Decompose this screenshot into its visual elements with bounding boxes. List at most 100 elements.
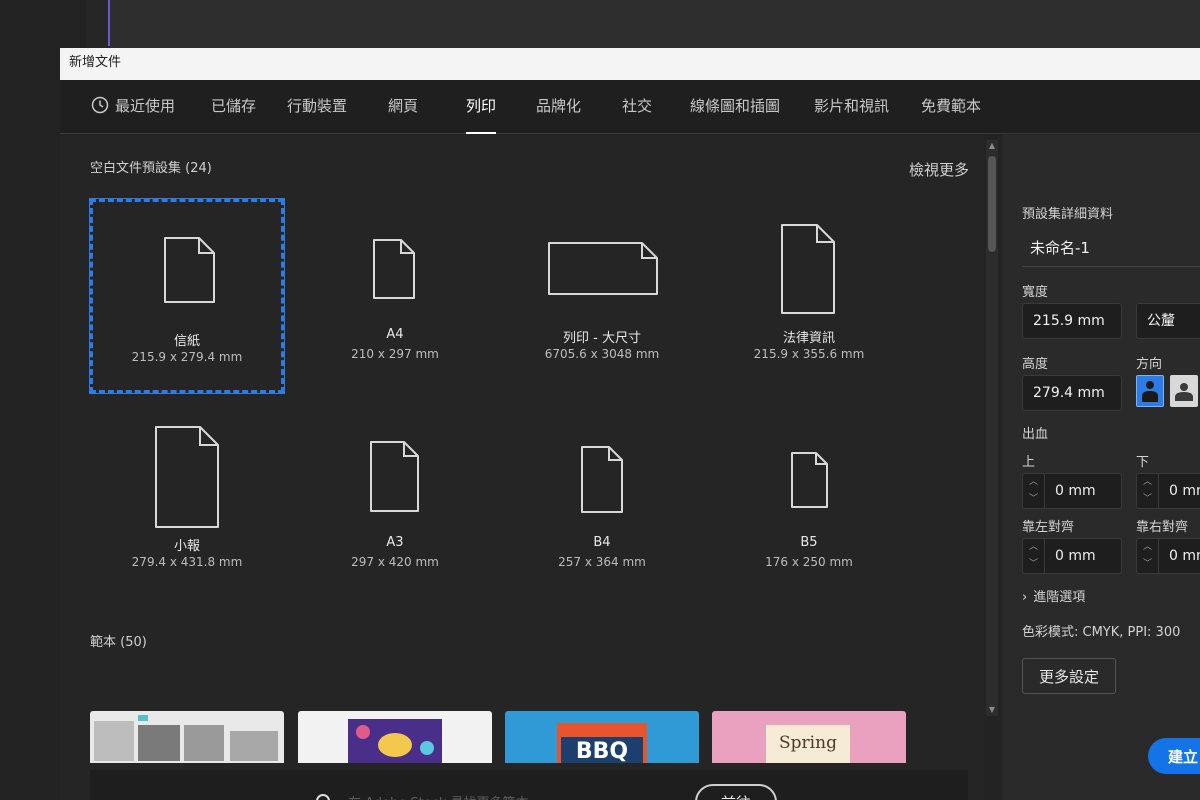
template-accent	[138, 715, 148, 721]
stepper-arrows[interactable]: ︿ ﹀	[1023, 474, 1045, 508]
preset-size: 297 x 420 mm	[351, 555, 439, 569]
document-name-field[interactable]: 未命名-1	[1022, 231, 1200, 267]
unit-select[interactable]: 公釐	[1136, 303, 1200, 339]
preset-size: 279.4 x 431.8 mm	[131, 555, 243, 569]
tab-line-art[interactable]: 線條圖和插圖	[690, 80, 780, 134]
bleed-left-value: 0 mm	[1055, 548, 1096, 564]
stock-search-input[interactable]	[346, 787, 652, 800]
preset-name: B4	[593, 535, 611, 550]
tab-free-templates[interactable]: 免費範本	[921, 80, 981, 134]
dialog-title: 新增文件	[60, 48, 1200, 80]
orientation-label: 方向	[1136, 357, 1163, 372]
preset-name: 法律資訊	[782, 331, 835, 346]
preset-size: 215.9 x 279.4 mm	[131, 350, 243, 364]
preset-name: A3	[386, 535, 404, 550]
bleed-bottom-value: 0 mm	[1169, 483, 1200, 499]
scroll-thumb[interactable]	[988, 156, 996, 252]
portrait-icon	[1142, 381, 1158, 402]
tab-branding[interactable]: 品牌化	[536, 80, 581, 134]
document-icon	[548, 242, 658, 295]
bleed-left-stepper[interactable]: ︿ ﹀ 0 mm	[1022, 538, 1122, 574]
background-app-header	[110, 0, 1200, 48]
tab-web[interactable]: 網頁	[388, 80, 418, 134]
width-field[interactable]: 215.9 mm	[1022, 303, 1122, 339]
tab-mobile[interactable]: 行動裝置	[287, 80, 347, 134]
stepper-arrows[interactable]: ︿ ﹀	[1137, 474, 1159, 508]
preset-b4[interactable]: B4 257 x 364 mm	[505, 407, 699, 601]
template-label: BBQ	[561, 737, 643, 763]
chevron-down-icon[interactable]: ﹀	[1137, 491, 1158, 508]
preset-size: 176 x 250 mm	[765, 555, 853, 569]
chevron-up-icon[interactable]: ︿	[1137, 539, 1158, 556]
bleed-top-value: 0 mm	[1055, 483, 1096, 499]
template-thumb-spring-sale[interactable]: Spring Sale	[712, 711, 906, 763]
template-image	[138, 725, 180, 761]
preset-legal[interactable]: 法律資訊 215.9 x 355.6 mm	[712, 199, 906, 393]
template-thumb-bbq[interactable]: BBQ	[505, 711, 699, 763]
template-thumb-magazine[interactable]	[90, 711, 284, 763]
presets-area: 空白文件預設集 (24) 檢視更多 信紙 215.9 x 279.4 mm A4…	[60, 135, 984, 800]
bleed-top-stepper[interactable]: ︿ ﹀ 0 mm	[1022, 473, 1122, 509]
chevron-down-icon[interactable]: ﹀	[1023, 491, 1044, 508]
preset-size: 257 x 364 mm	[558, 555, 646, 569]
templates-section-title: 範本 (50)	[90, 635, 147, 650]
template-thumb-flower[interactable]	[298, 711, 492, 763]
scrollbar[interactable]: ▲ ▼	[986, 140, 998, 716]
preset-b5[interactable]: B5 176 x 250 mm	[712, 407, 906, 601]
chevron-right-icon: ›	[1022, 590, 1028, 605]
preset-size: 6705.6 x 3048 mm	[544, 347, 660, 361]
preset-name: 列印 - 大尺寸	[563, 331, 641, 346]
tab-print[interactable]: 列印	[466, 80, 497, 134]
chevron-up-icon[interactable]: ︿	[1137, 474, 1158, 491]
chevron-down-icon[interactable]: ﹀	[1137, 556, 1158, 573]
tab-video[interactable]: 影片和視訊	[814, 80, 889, 134]
tab-social[interactable]: 社交	[622, 80, 652, 134]
template-label: Spring Sale	[766, 725, 850, 763]
panel-title: 預設集詳細資料	[1022, 207, 1114, 222]
document-icon	[370, 441, 419, 512]
stepper-arrows[interactable]: ︿ ﹀	[1137, 539, 1159, 573]
document-icon	[155, 426, 219, 528]
document-icon	[373, 239, 415, 299]
bleed-left-label: 靠左對齊	[1022, 520, 1075, 535]
stepper-arrows[interactable]: ︿ ﹀	[1023, 539, 1045, 573]
chevron-up-icon[interactable]: ︿	[1023, 539, 1044, 556]
flower-icon	[420, 741, 434, 755]
template-image	[230, 731, 278, 761]
clock-icon	[91, 96, 109, 114]
bleed-right-value: 0 mm	[1169, 548, 1200, 564]
portrait-button[interactable]	[1136, 375, 1164, 407]
preset-letter[interactable]: 信紙 215.9 x 279.4 mm	[89, 198, 285, 394]
new-document-dialog: 新增文件 最近使用 已儲存 行動裝置 網頁 列印 品牌化 社交 線條圖和插圖 影…	[60, 48, 1200, 800]
landscape-button[interactable]	[1170, 375, 1198, 407]
category-tabs: 最近使用 已儲存 行動裝置 網頁 列印 品牌化 社交 線條圖和插圖 影片和視訊 …	[60, 80, 1200, 134]
view-more-link[interactable]: 檢視更多	[909, 159, 969, 180]
scroll-up-icon[interactable]: ▲	[986, 140, 998, 152]
preset-tabloid[interactable]: 小報 279.4 x 431.8 mm	[90, 407, 284, 601]
bleed-bottom-stepper[interactable]: ︿﹀ 0 mm	[1136, 473, 1200, 509]
template-image	[94, 721, 134, 761]
more-settings-button[interactable]: 更多設定	[1022, 658, 1116, 694]
bleed-top-label: 上	[1022, 455, 1036, 470]
create-button[interactable]: 建立	[1148, 738, 1200, 774]
preset-a4[interactable]: A4 210 x 297 mm	[298, 199, 492, 393]
presets-section-title: 空白文件預設集 (24)	[90, 161, 212, 176]
bleed-right-stepper[interactable]: ︿﹀ 0 mm	[1136, 538, 1200, 574]
preset-a3[interactable]: A3 297 x 420 mm	[298, 407, 492, 601]
scroll-down-icon[interactable]: ▼	[986, 704, 998, 716]
tab-label: 最近使用	[115, 97, 176, 115]
document-icon	[581, 446, 623, 513]
preset-details-panel: 預設集詳細資料 未命名-1 寬度 215.9 mm 公釐 高度 279.4 mm…	[1002, 135, 1200, 800]
tab-recent[interactable]: 最近使用	[91, 80, 175, 134]
color-mode-text: 色彩模式: CMYK, PPI: 300	[1022, 625, 1181, 640]
height-field[interactable]: 279.4 mm	[1022, 375, 1122, 411]
preset-print-large[interactable]: 列印 - 大尺寸 6705.6 x 3048 mm	[505, 199, 699, 393]
width-label: 寬度	[1022, 285, 1049, 300]
chevron-down-icon[interactable]: ﹀	[1023, 556, 1044, 573]
advanced-options-label: 進階選項	[1033, 590, 1086, 605]
background-app-strip	[86, 0, 108, 48]
go-button[interactable]: 前往	[695, 784, 777, 800]
chevron-up-icon[interactable]: ︿	[1023, 474, 1044, 491]
advanced-options-toggle[interactable]: › 進階選項	[1022, 586, 1085, 605]
tab-saved[interactable]: 已儲存	[211, 80, 256, 134]
